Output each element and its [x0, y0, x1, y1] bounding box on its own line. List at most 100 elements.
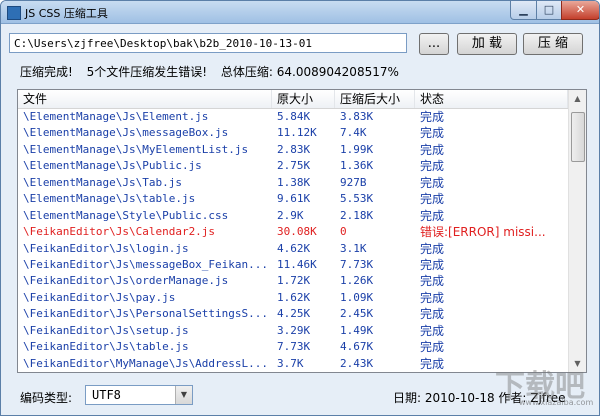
cell-status: 完成: [420, 241, 445, 256]
table-row[interactable]: \ElementManage\Js\Public.js 2.75K 1.36K 完成: [18, 158, 568, 174]
cell-status: 完成: [420, 290, 445, 305]
cell-file: \ElementManage\Js\Element.js: [23, 110, 209, 123]
table-row[interactable]: \ElementManage\Style\Public.css 2.9K 2.18K…: [18, 208, 568, 224]
cell-compressed-size: 1.09K: [340, 290, 374, 304]
cell-status: 完成: [420, 340, 445, 355]
cell-status: 完成: [420, 323, 445, 338]
cell-compressed-size: 2.45K: [340, 307, 374, 321]
cell-file: \ElementManage\Style\Public.css: [23, 208, 229, 222]
cell-file: \FeikanEditor\Js\messageBox_Feikan...: [23, 257, 269, 271]
cell-status: 完成: [420, 192, 445, 207]
cell-compressed-size: 927B: [340, 175, 367, 189]
cell-file: \FeikanEditor\MyManage\Js\AddressL...: [23, 356, 269, 370]
cell-original-size: 3.7K: [277, 356, 304, 370]
minimize-button[interactable]: ▁: [510, 1, 537, 20]
cell-original-size: 9.61K: [277, 192, 311, 206]
list-header: 文件 原大小 压缩后大小 状态: [18, 90, 568, 109]
watermark-logo: 下载吧 www.xiazaiba.com: [495, 361, 595, 411]
table-row[interactable]: \FeikanEditor\Js\table.js 7.73K 4.67K 完成: [18, 339, 568, 355]
table-row[interactable]: \FeikanEditor\Js\Calendar2.js 30.08K 0 错误:[…: [18, 224, 568, 240]
table-row[interactable]: \ElementManage\Js\Element.js 5.84K 3.83K 完成: [18, 109, 568, 125]
cell-original-size: 11.46K: [277, 257, 317, 271]
column-header-file[interactable]: 文件: [18, 90, 272, 108]
cell-compressed-size: 1.36K: [340, 159, 374, 173]
cell-status: 完成: [420, 257, 445, 272]
cell-original-size: 11.12K: [277, 126, 317, 140]
table-row[interactable]: \FeikanEditor\Js\login.js 4.62K 3.1K 完成: [18, 241, 568, 257]
cell-compressed-size: 0: [340, 225, 347, 239]
app-icon: [7, 6, 21, 20]
column-header-status[interactable]: 状态: [415, 90, 568, 108]
window-title: JS CSS 压缩工具: [25, 7, 108, 20]
close-button[interactable]: ✕: [561, 1, 599, 20]
cell-compressed-size: 1.26K: [340, 274, 374, 288]
app-window: JS CSS 压缩工具 ▁ □ ✕ C:\Users\zjfree\Deskto…: [0, 0, 600, 416]
table-row[interactable]: \ElementManage\Js\table.js 9.61K 5.53K 完成: [18, 191, 568, 207]
scroll-up-icon[interactable]: ▲: [569, 90, 586, 107]
cell-compressed-size: 3.1K: [340, 241, 367, 255]
cell-compressed-size: 2.18K: [340, 208, 374, 222]
table-row[interactable]: \ElementManage\Js\Tab.js 1.38K 927B 完成: [18, 175, 568, 191]
cell-status: 完成: [420, 307, 445, 322]
encoding-label: 编码类型:: [20, 391, 73, 405]
browse-button[interactable]: ...: [419, 33, 449, 55]
status-done: 压缩完成!: [20, 65, 73, 79]
table-row[interactable]: \FeikanEditor\Js\pay.js 1.62K 1.09K 完成: [18, 290, 568, 306]
cell-status: 完成: [420, 159, 445, 174]
encoding-value: UTF8: [92, 388, 121, 402]
cell-compressed-size: 4.67K: [340, 340, 374, 354]
cell-status: 完成: [420, 110, 445, 124]
compress-button[interactable]: 压 缩: [523, 33, 583, 55]
table-row[interactable]: \FeikanEditor\MyManage\Js\AddressL... 3.7…: [18, 356, 568, 372]
encoding-select[interactable]: UTF8 ▼: [85, 385, 193, 405]
cell-original-size: 4.62K: [277, 241, 311, 255]
cell-original-size: 1.72K: [277, 274, 311, 288]
cell-original-size: 4.25K: [277, 307, 311, 321]
cell-status: 完成: [420, 126, 445, 141]
chevron-down-icon[interactable]: ▼: [175, 386, 192, 404]
cell-file: \FeikanEditor\Js\login.js: [23, 241, 189, 255]
cell-file: \FeikanEditor\Js\PersonalSettingsS...: [23, 307, 269, 321]
cell-original-size: 1.38K: [277, 175, 311, 189]
cell-file: \FeikanEditor\Js\Calendar2.js: [23, 225, 216, 239]
cell-file: \ElementManage\Js\Tab.js: [23, 175, 182, 189]
title-bar[interactable]: JS CSS 压缩工具 ▁ □ ✕: [1, 1, 599, 24]
cell-original-size: 3.29K: [277, 323, 311, 337]
cell-original-size: 2.9K: [277, 208, 304, 222]
cell-compressed-size: 7.4K: [340, 126, 367, 140]
cell-status: 完成: [420, 175, 445, 190]
column-header-original-size[interactable]: 原大小: [272, 90, 335, 108]
table-row[interactable]: \FeikanEditor\Js\orderManage.js 1.72K 1.26…: [18, 273, 568, 289]
cell-compressed-size: 1.49K: [340, 323, 374, 337]
cell-original-size: 2.75K: [277, 159, 311, 173]
cell-original-size: 2.83K: [277, 142, 311, 156]
path-input[interactable]: C:\Users\zjfree\Desktop\bak\b2b_2010-10-…: [9, 33, 407, 53]
cell-original-size: 5.84K: [277, 110, 311, 123]
table-row[interactable]: \FeikanEditor\Js\PersonalSettingsS... 4.2…: [18, 306, 568, 322]
maximize-button[interactable]: □: [536, 1, 562, 20]
list-rows: \ElementManage\Js\Element.js 5.84K 3.83K 完成…: [18, 109, 568, 372]
table-row[interactable]: \ElementManage\Js\messageBox.js 11.12K 7.4…: [18, 125, 568, 141]
cell-file: \FeikanEditor\Js\pay.js: [23, 290, 176, 304]
vertical-scrollbar[interactable]: ▲ ▼: [568, 90, 586, 372]
file-list[interactable]: 文件 原大小 压缩后大小 状态 \ElementManage\Js\Elemen…: [17, 89, 587, 373]
cell-file: \FeikanEditor\Js\orderManage.js: [23, 274, 229, 288]
table-row[interactable]: \FeikanEditor\Js\messageBox_Feikan... 11.…: [18, 257, 568, 273]
table-row[interactable]: \FeikanEditor\Js\setup.js 3.29K 1.49K 完成: [18, 323, 568, 339]
cell-original-size: 1.62K: [277, 290, 311, 304]
cell-file: \ElementManage\Js\Public.js: [23, 159, 202, 173]
scroll-thumb[interactable]: [571, 112, 585, 162]
cell-original-size: 7.73K: [277, 340, 311, 354]
cell-file: \ElementManage\Js\MyElementList.js: [23, 142, 249, 156]
status-errors: 5个文件压缩发生错误!: [86, 65, 208, 79]
status-line: 压缩完成! 5个文件压缩发生错误! 总体压缩: 64.008904208517%: [20, 63, 409, 80]
table-row[interactable]: \ElementManage\Js\MyElementList.js 2.83K 1…: [18, 142, 568, 158]
column-header-compressed-size[interactable]: 压缩后大小: [335, 90, 415, 108]
watermark-url: www.xiazaiba.com: [519, 398, 594, 407]
cell-compressed-size: 5.53K: [340, 192, 374, 206]
cell-compressed-size: 2.43K: [340, 356, 374, 370]
cell-compressed-size: 1.99K: [340, 142, 374, 156]
cell-compressed-size: 3.83K: [340, 110, 374, 123]
load-button[interactable]: 加 载: [457, 33, 517, 55]
status-ratio: 总体压缩: 64.008904208517%: [220, 65, 399, 79]
